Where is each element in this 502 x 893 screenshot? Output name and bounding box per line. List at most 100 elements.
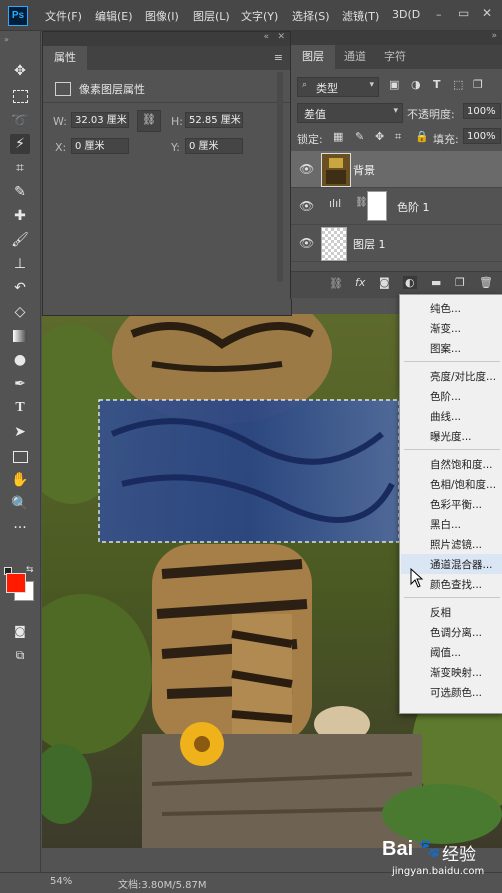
history-brush-icon[interactable]: ↶ bbox=[10, 278, 30, 298]
menu-selective-color[interactable]: 可选颜色... bbox=[430, 685, 482, 700]
tab-layers[interactable]: 图层 bbox=[291, 45, 335, 69]
tab-character[interactable]: 字符 bbox=[375, 45, 415, 69]
clone-stamp-icon[interactable]: ⊥ bbox=[10, 254, 30, 274]
menu-image[interactable]: 图像(I) bbox=[145, 8, 179, 24]
quick-mask-icon[interactable]: ◙ bbox=[10, 621, 30, 641]
eye-icon[interactable]: 👁 bbox=[299, 162, 314, 176]
menu-gradient-map[interactable]: 渐变映射... bbox=[430, 665, 482, 680]
panel-menu-icon[interactable]: ≡ bbox=[274, 51, 283, 64]
y-field[interactable]: 0 厘米 bbox=[185, 138, 243, 154]
new-layer-icon[interactable]: ❐ bbox=[455, 276, 465, 289]
menu-3d[interactable]: 3D(D bbox=[392, 8, 420, 21]
menu-edit[interactable]: 编辑(E) bbox=[95, 8, 133, 24]
type-icon[interactable]: T bbox=[10, 398, 30, 418]
foreground-color-swatch[interactable] bbox=[6, 573, 26, 593]
menu-levels[interactable]: 色阶... bbox=[430, 389, 461, 404]
filter-type-icon[interactable]: T bbox=[433, 78, 441, 91]
lock-position-icon[interactable]: ✥ bbox=[375, 130, 384, 143]
new-adjustment-layer-icon[interactable]: ◐ bbox=[403, 276, 417, 289]
marquee-icon[interactable] bbox=[10, 86, 30, 106]
menu-color-balance[interactable]: 色彩平衡... bbox=[430, 497, 482, 512]
layer-mask-thumbnail[interactable] bbox=[367, 191, 387, 221]
opacity-field[interactable]: 100% bbox=[463, 103, 501, 119]
gradient-icon[interactable] bbox=[10, 326, 30, 346]
link-icon[interactable]: ⛓ bbox=[137, 110, 161, 132]
window-minimize-icon[interactable]: – bbox=[436, 8, 442, 21]
move-icon[interactable]: ✥ bbox=[10, 61, 30, 81]
menu-solid-color[interactable]: 纯色... bbox=[430, 301, 461, 316]
tab-channels[interactable]: 通道 bbox=[335, 45, 375, 69]
new-group-icon[interactable]: ▬ bbox=[431, 276, 441, 289]
close-panel-icon[interactable]: ✕ bbox=[277, 32, 285, 42]
chain-icon[interactable]: ⛓ bbox=[355, 197, 368, 208]
swap-colors-icon[interactable]: ⇆ bbox=[26, 565, 34, 575]
lock-artboard-icon[interactable]: ⌗ bbox=[395, 130, 401, 144]
crop-icon[interactable]: ⌗ bbox=[10, 158, 30, 178]
lock-transparent-icon[interactable]: ▦ bbox=[333, 130, 343, 143]
link-layers-icon[interactable]: ⛓ bbox=[329, 277, 343, 290]
layer-row-background[interactable]: 👁 背景 bbox=[291, 151, 502, 188]
menu-gradient[interactable]: 渐变... bbox=[430, 321, 461, 336]
filter-smart-object-icon[interactable]: ❐ bbox=[473, 78, 483, 91]
fill-field[interactable]: 100% bbox=[463, 128, 501, 144]
zoom-icon[interactable]: 🔍 bbox=[10, 494, 30, 514]
menu-filter[interactable]: 滤镜(T) bbox=[342, 8, 379, 24]
chevron-down-icon: ▾ bbox=[393, 106, 398, 116]
magic-wand-icon[interactable]: ⚡ bbox=[10, 134, 30, 154]
filter-shape-icon[interactable]: ⬚ bbox=[453, 78, 463, 91]
hand-icon[interactable]: ✋ bbox=[10, 470, 30, 490]
blend-mode-select[interactable]: 差值 ▾ bbox=[297, 103, 403, 123]
fx-icon[interactable]: fx bbox=[355, 276, 365, 289]
eye-icon[interactable]: 👁 bbox=[299, 236, 314, 250]
pen-icon[interactable]: ✒ bbox=[10, 374, 30, 394]
menu-exposure[interactable]: 曝光度... bbox=[430, 429, 472, 444]
menu-invert[interactable]: 反相 bbox=[430, 605, 451, 620]
path-selection-icon[interactable]: ➤ bbox=[10, 422, 30, 442]
tab-properties[interactable]: 属性 bbox=[43, 46, 87, 70]
menu-color-lookup[interactable]: 颜色查找... bbox=[430, 577, 482, 592]
collapse-icon[interactable]: » bbox=[4, 35, 9, 44]
eyedropper-icon[interactable]: ✎ bbox=[10, 182, 30, 202]
menu-hue-saturation[interactable]: 色相/饱和度... bbox=[430, 477, 496, 492]
height-field[interactable]: 52.85 厘米 bbox=[185, 112, 243, 128]
scrollbar[interactable] bbox=[277, 72, 283, 282]
lasso-icon[interactable]: ➰ bbox=[10, 111, 30, 131]
menu-vibrance[interactable]: 自然饱和度... bbox=[430, 457, 493, 472]
menu-black-white[interactable]: 黑白... bbox=[430, 517, 461, 532]
lock-pixels-icon[interactable]: ✎ bbox=[355, 130, 364, 143]
screen-mode-icon[interactable]: ⧉ bbox=[10, 645, 30, 665]
healing-brush-icon[interactable]: ✚ bbox=[10, 206, 30, 226]
add-mask-icon[interactable]: ◙ bbox=[379, 276, 390, 289]
layer-row-layer1[interactable]: 👁 图层 1 bbox=[291, 225, 502, 262]
eraser-icon[interactable]: ◇ bbox=[10, 302, 30, 322]
zoom-level[interactable]: 54% bbox=[50, 876, 72, 887]
more-tools-icon[interactable]: ··· bbox=[10, 518, 30, 538]
menu-threshold[interactable]: 阈值... bbox=[430, 645, 461, 660]
menu-curves[interactable]: 曲线... bbox=[430, 409, 461, 424]
brush-icon[interactable]: 🖌 bbox=[10, 230, 30, 250]
window-restore-icon[interactable]: ▭ bbox=[458, 6, 469, 20]
layer-row-levels[interactable]: 👁 ılıl ⛓ 色阶 1 bbox=[291, 188, 502, 225]
menu-brightness-contrast[interactable]: 亮度/对比度... bbox=[430, 369, 496, 384]
menu-file[interactable]: 文件(F) bbox=[45, 8, 82, 24]
collapse-panel-icon[interactable]: « bbox=[263, 32, 269, 42]
menu-photo-filter[interactable]: 照片滤镜... bbox=[430, 537, 482, 552]
collapse-panel-icon[interactable]: » bbox=[491, 31, 497, 41]
eye-icon[interactable]: 👁 bbox=[299, 199, 314, 213]
menu-pattern[interactable]: 图案... bbox=[430, 341, 461, 356]
window-close-icon[interactable]: ✕ bbox=[482, 6, 492, 20]
width-field[interactable]: 32.03 厘米 bbox=[71, 112, 129, 128]
filter-adjustment-icon[interactable]: ◑ bbox=[411, 78, 421, 91]
dodge-icon[interactable]: ● bbox=[10, 350, 30, 370]
menu-posterize[interactable]: 色调分离... bbox=[430, 625, 482, 640]
delete-layer-icon[interactable]: 🗑 bbox=[479, 276, 493, 289]
rectangle-icon[interactable] bbox=[10, 446, 30, 466]
x-field[interactable]: 0 厘米 bbox=[71, 138, 129, 154]
menu-channel-mixer[interactable]: 通道混合器... bbox=[430, 557, 493, 572]
lock-all-icon[interactable]: 🔒 bbox=[415, 130, 429, 143]
filter-pixel-icon[interactable]: ▣ bbox=[389, 78, 399, 91]
filter-kind-select[interactable]: ⌕ 类型 ▾ bbox=[297, 77, 379, 97]
menu-select[interactable]: 选择(S) bbox=[292, 8, 330, 24]
menu-layer[interactable]: 图层(L) bbox=[193, 8, 230, 24]
menu-type[interactable]: 文字(Y) bbox=[241, 8, 278, 24]
